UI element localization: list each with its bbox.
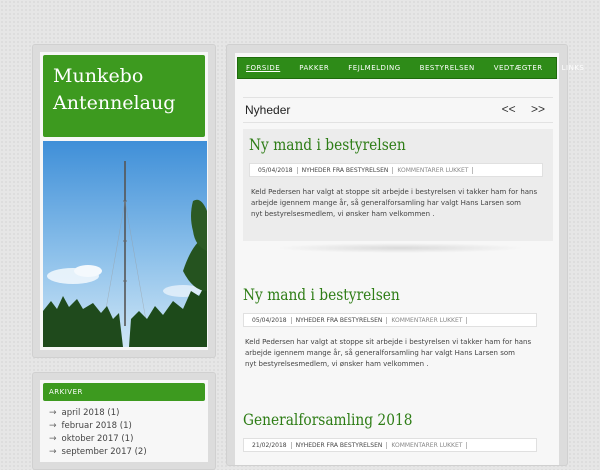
post-title[interactable]: Ny mand i bestyrelsen [249, 133, 505, 157]
archive-item-count: (1) [121, 434, 134, 444]
post-body-line: arbejde igennem mange år, så generalfors… [245, 349, 515, 357]
archive-item[interactable]: → april 2018 (1) [49, 407, 205, 420]
post-title[interactable]: Ny mand i bestyrelsen [243, 283, 510, 307]
post-body-line: nyt bestyrelsesmedlem, vi ønsker ham vel… [251, 210, 435, 218]
post-shadow [275, 243, 525, 253]
news-pager: << >> [490, 102, 545, 116]
news-header: Nyheder << >> [243, 97, 553, 123]
archive-item-count: (2) [134, 447, 147, 457]
post-meta: 05/04/2018 NYHEDER FRA BESTYRELSEN KOMME… [249, 163, 543, 177]
post-comments: KOMMENTARER LUKKET [393, 166, 474, 174]
post: Generalforsamling 2018 21/02/2018 NYHEDE… [243, 408, 553, 452]
main-nav: FORSIDE PAKKER FEJLMELDING BESTYRELSEN V… [237, 57, 584, 79]
left-column: Munkebo Antennelaug ARKIVER → april 2018… [32, 44, 216, 470]
news-title: Nyheder [245, 103, 291, 117]
post-category[interactable]: NYHEDER FRA BESTYRELSEN [298, 166, 394, 174]
archive-item-label[interactable]: september 2017 [62, 447, 132, 457]
post: Ny mand i bestyrelsen 05/04/2018 NYHEDER… [243, 283, 553, 370]
post-body-line: Keld Pedersen har valgt at stoppe sit ar… [251, 188, 538, 196]
archive-item-label[interactable]: oktober 2017 [62, 434, 119, 444]
site-title[interactable]: Munkebo Antennelaug [43, 55, 205, 137]
arrow-right-icon: → [49, 447, 57, 457]
archive-list: → april 2018 (1) → februar 2018 (1) → oktob… [43, 401, 205, 459]
site-title-line2[interactable]: Antennelaug [53, 90, 195, 117]
archive-item[interactable]: → februar 2018 (1) [49, 420, 205, 433]
archive-item-count: (1) [107, 408, 120, 418]
site-title-line1[interactable]: Munkebo [53, 63, 195, 90]
post-date: 05/04/2018 [248, 316, 292, 324]
nav-vedtaegter[interactable]: VEDTÆGTER [494, 64, 543, 72]
post-meta: 05/04/2018 NYHEDER FRA BESTYRELSEN KOMME… [243, 313, 537, 327]
archive-item[interactable]: → september 2017 (2) [49, 446, 205, 459]
post-title[interactable]: Generalforsamling 2018 [243, 408, 510, 432]
post-body-line: Keld Pedersen har valgt at stoppe sit ar… [245, 338, 532, 346]
nav-bestyrelsen[interactable]: BESTYRELSEN [420, 64, 475, 72]
post-category[interactable]: NYHEDER FRA BESTYRELSEN [292, 441, 388, 449]
main-panel: FORSIDE PAKKER FEJLMELDING BESTYRELSEN V… [226, 44, 584, 466]
archive-item-label[interactable]: april 2018 [62, 408, 105, 418]
arrow-right-icon: → [49, 434, 57, 444]
arrow-right-icon: → [49, 408, 57, 418]
header-panel: Munkebo Antennelaug [32, 44, 216, 358]
post-comments: KOMMENTARER LUKKET [387, 441, 468, 449]
archive-panel: ARKIVER → april 2018 (1) → februar 2018 (1… [32, 372, 216, 470]
nav-links[interactable]: LINKS [562, 64, 585, 72]
post-category[interactable]: NYHEDER FRA BESTYRELSEN [292, 316, 388, 324]
post-date: 21/02/2018 [248, 441, 292, 449]
antenna-tower-image [43, 141, 207, 347]
post-date: 05/04/2018 [254, 166, 298, 174]
post-body-line: arbejde igennem mange år, så generalfors… [251, 199, 521, 207]
archive-item-label[interactable]: februar 2018 [62, 421, 118, 431]
post-body: Keld Pedersen har valgt at stoppe sit ar… [249, 187, 547, 220]
archive-heading: ARKIVER [43, 383, 205, 401]
arrow-right-icon: → [49, 421, 57, 431]
nav-forside[interactable]: FORSIDE [246, 64, 280, 72]
post-body-line: nyt bestyrelsesmedlem, vi ønsker ham vel… [245, 360, 429, 368]
post-comments: KOMMENTARER LUKKET [387, 316, 468, 324]
post-body: Keld Pedersen har valgt at stoppe sit ar… [243, 337, 553, 370]
nav-fejlmelding[interactable]: FEJLMELDING [348, 64, 400, 72]
prev-button[interactable]: << [502, 102, 516, 116]
archive-item[interactable]: → oktober 2017 (1) [49, 433, 205, 446]
next-button[interactable]: >> [531, 102, 545, 116]
post: Ny mand i bestyrelsen 05/04/2018 NYHEDER… [243, 129, 553, 241]
archive-item-count: (1) [119, 421, 132, 431]
nav-pakker[interactable]: PAKKER [299, 64, 329, 72]
main-content: FORSIDE PAKKER FEJLMELDING BESTYRELSEN V… [235, 53, 584, 465]
